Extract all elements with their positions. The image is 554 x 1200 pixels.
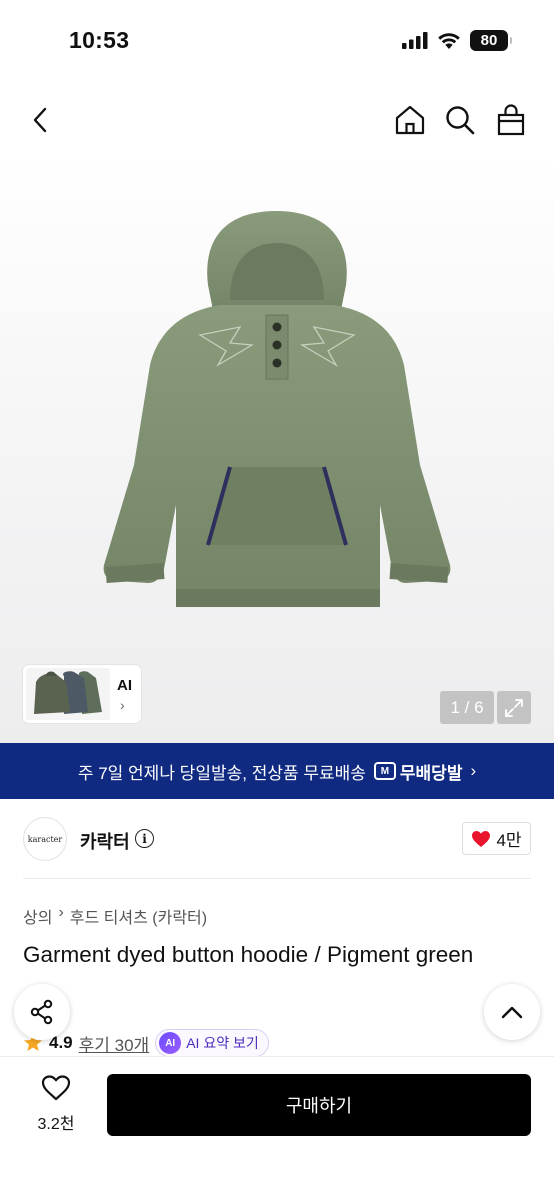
divider — [23, 878, 531, 879]
status-bar: 10:53 80 — [0, 0, 554, 80]
share-button[interactable] — [14, 984, 70, 1040]
heart-icon — [472, 830, 491, 847]
brand-row: karacter 카락터 i 4만 — [23, 815, 531, 863]
shipping-logo: M 무배당발 — [373, 759, 463, 784]
cart-button[interactable] — [493, 102, 529, 138]
back-icon — [33, 107, 47, 133]
brand-like-button[interactable]: 4만 — [462, 822, 531, 855]
breadcrumb-subcategory[interactable]: 후드 티셔츠 (카락터) — [70, 904, 207, 928]
status-icons: 80 — [402, 30, 512, 51]
thumbnail-hoodies — [26, 668, 110, 720]
share-icon — [30, 999, 53, 1025]
thumbnail-image — [26, 668, 110, 720]
bag-icon — [497, 104, 525, 136]
buy-button[interactable]: 구매하기 — [107, 1074, 531, 1136]
search-button[interactable] — [442, 102, 478, 138]
shipping-text: 주 7일 언제나 당일발송, 전상품 무료배송 — [77, 763, 366, 783]
breadcrumb-category[interactable]: 상의 — [23, 904, 52, 928]
wishlist-count: 3.2천 — [37, 1116, 75, 1133]
back-button[interactable] — [22, 102, 58, 138]
top-nav — [0, 90, 554, 150]
thumbnail-ai-label: AI — [117, 677, 132, 694]
expand-icon — [505, 698, 523, 717]
chevron-up-icon — [501, 1006, 523, 1019]
shipping-logo-text: 무배당발 — [399, 763, 463, 783]
wifi-icon — [438, 33, 460, 49]
info-icon[interactable]: i — [135, 829, 154, 848]
breadcrumb: 상의 › 후드 티셔츠 (카락터) — [23, 904, 207, 928]
ai-thumbnail-card[interactable]: AI › — [23, 665, 141, 723]
product-image — [103, 211, 451, 607]
signal-icon — [402, 32, 428, 49]
brand-name[interactable]: 카락터 — [80, 828, 130, 854]
breadcrumb-separator: › — [58, 904, 64, 921]
product-image-gallery[interactable]: AI › 1 / 6 — [0, 150, 554, 743]
chevron-right-icon: › — [120, 697, 125, 713]
wishlist-button[interactable]: 3.2천 — [24, 1075, 88, 1134]
heart-outline-icon — [41, 1075, 71, 1101]
home-icon — [395, 105, 425, 135]
expand-image-button[interactable] — [497, 691, 531, 724]
shipping-logo-mark: M — [373, 762, 396, 780]
brand-like-count: 4만 — [496, 831, 522, 850]
review-count-link[interactable]: 후기 30개 — [79, 1031, 150, 1056]
product-title: Garment dyed button hoodie / Pigment gre… — [23, 942, 474, 967]
ai-badge-icon: AI — [159, 1032, 182, 1054]
scroll-top-button[interactable] — [484, 984, 540, 1040]
status-time: 10:53 — [69, 27, 130, 53]
ai-summary-button[interactable]: AI AI 요약 보기 — [155, 1029, 269, 1057]
shipping-banner[interactable]: 주 7일 언제나 당일발송, 전상품 무료배송 M 무배당발 › — [0, 743, 554, 799]
image-page-counter: 1 / 6 — [440, 691, 494, 724]
chevron-right-icon: › — [470, 761, 477, 780]
home-button[interactable] — [392, 102, 428, 138]
search-icon — [446, 106, 475, 135]
brand-logo[interactable]: karacter — [23, 817, 67, 861]
bottom-action-bar: 3.2천 구매하기 — [0, 1056, 554, 1200]
ai-summary-label: AI 요약 보기 — [186, 1035, 259, 1051]
battery-indicator: 80 — [470, 30, 512, 51]
